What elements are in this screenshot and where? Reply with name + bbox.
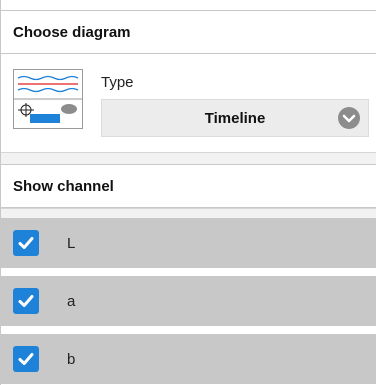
- type-label: Type: [101, 74, 134, 91]
- chevron-down-icon[interactable]: [338, 107, 360, 129]
- show-channel-header: Show channel: [1, 164, 376, 208]
- checkmark-icon: [18, 295, 34, 307]
- choose-diagram-title: Choose diagram: [13, 23, 131, 41]
- channel-row-a[interactable]: a: [1, 276, 376, 326]
- checkbox-b[interactable]: [13, 346, 39, 372]
- choose-diagram-header: Choose diagram: [1, 10, 376, 54]
- channel-label: a: [67, 292, 76, 310]
- timeline-diagram-icon: [13, 69, 83, 129]
- diagram-row: Type Timeline: [1, 54, 376, 144]
- checkbox-l[interactable]: [13, 230, 39, 256]
- channel-row-b[interactable]: b: [1, 334, 376, 384]
- checkmark-icon: [18, 353, 34, 365]
- checkmark-icon: [18, 237, 34, 249]
- channel-label: L: [67, 234, 76, 252]
- diagram-type-value: Timeline: [204, 109, 266, 127]
- panel: Choose diagram Type Timeline Show channe…: [0, 0, 376, 385]
- section-divider: [1, 152, 376, 164]
- row-gap: [1, 326, 376, 334]
- channel-label: b: [67, 350, 76, 368]
- channel-row-l[interactable]: L: [1, 218, 376, 268]
- show-channel-title: Show channel: [13, 177, 114, 195]
- diagram-type-select[interactable]: Timeline: [101, 99, 369, 137]
- checkbox-a[interactable]: [13, 288, 39, 314]
- row-gap: [1, 268, 376, 276]
- section-divider: [1, 208, 376, 218]
